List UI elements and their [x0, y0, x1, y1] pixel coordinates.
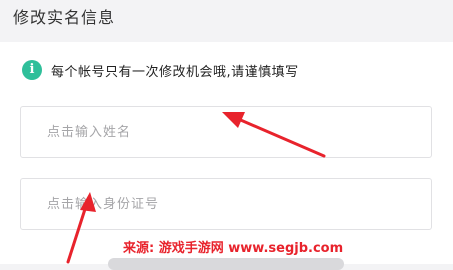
annotation-arrows — [66, 112, 326, 264]
submit-button[interactable] — [108, 258, 344, 270]
annotation-arrow-name — [222, 112, 326, 158]
watermark-text: 来源: 游戏手游网 www.segjb.com — [123, 241, 344, 256]
annotation-arrow-id — [66, 192, 96, 264]
